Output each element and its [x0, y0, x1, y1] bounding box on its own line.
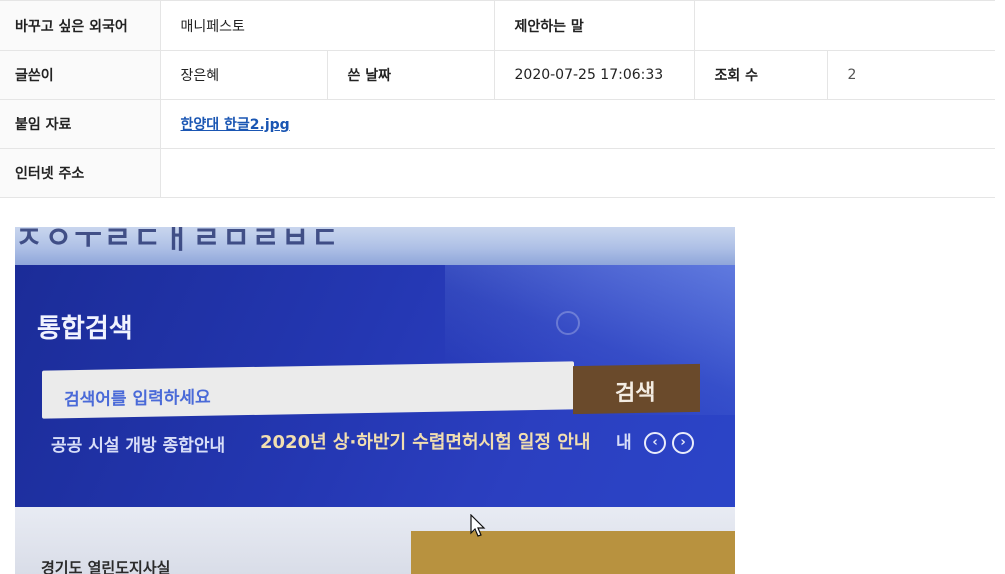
author-label: 글쓴이 [0, 50, 160, 100]
post-info-table: 바꾸고 싶은 외국어 매니페스토 제안하는 말 글쓴이 장은혜 쓴 날짜 202… [0, 0, 995, 198]
photo-link-public-facilities: 공공 시설 개방 종합안내 [51, 436, 226, 456]
url-label: 인터넷 주소 [0, 148, 160, 198]
photo-link-hunting-license: 2020년 상·하반기 수렵면허시험 일정 안내 [260, 432, 591, 453]
circle-icon [556, 311, 580, 335]
photo-search-button: 검색 [573, 363, 700, 415]
chevron-left-icon: ‹ [644, 432, 666, 454]
author-value: 장은혜 [159, 50, 327, 100]
suggestion-label: 제안하는 말 [493, 0, 694, 51]
foreign-word-value: 매니페스토 [159, 0, 494, 51]
date-value: 2020-07-25 17:06:33 [493, 50, 694, 100]
table-row: 바꾸고 싶은 외국어 매니페스토 제안하는 말 [0, 0, 995, 51]
chevron-right-icon: › [672, 432, 694, 454]
attachment-label: 붙임 자료 [0, 99, 160, 149]
attachment-cell: 한양대 한글2.jpg [159, 99, 995, 149]
date-label: 쓴 날짜 [326, 50, 494, 100]
table-row: 인터넷 주소 [0, 148, 995, 198]
photo-search-button-label: 검색 [615, 380, 656, 407]
photo-link-truncated: 내 [616, 433, 632, 453]
mouse-cursor-icon [470, 514, 486, 537]
table-row: 글쓴이 장은혜 쓴 날짜 2020-07-25 17:06:33 조회 수 2 [0, 50, 995, 100]
url-value [159, 148, 995, 198]
photo-search-placeholder: 검색어를 입력하세요 [64, 387, 211, 411]
photo-search-title: 통합검색 [37, 314, 133, 344]
photo-bottom-text: 경기도 열린도지사실 [41, 559, 171, 574]
photo-gold-banner [411, 531, 735, 574]
attached-photo: ㅈㅇㅜㄹㄷㅐㄹㅁㄹㅂㄷ 통합검색 검색어를 입력하세요 검색 공공 시설 개방 … [15, 227, 735, 574]
views-label: 조회 수 [693, 50, 827, 100]
foreign-word-label: 바꾸고 싶은 외국어 [0, 0, 160, 51]
attachment-file-link[interactable]: 한양대 한글2.jpg [181, 117, 290, 133]
photo-search-input: 검색어를 입력하세요 [42, 361, 574, 419]
views-value: 2 [826, 50, 995, 100]
suggestion-value [693, 0, 995, 51]
photo-top-strip: ㅈㅇㅜㄹㄷㅐㄹㅁㄹㅂㄷ [15, 227, 735, 265]
photo-top-text: ㅈㅇㅜㄹㄷㅐㄹㅁㄹㅂㄷ [15, 227, 341, 256]
table-row: 붙임 자료 한양대 한글2.jpg [0, 99, 995, 149]
